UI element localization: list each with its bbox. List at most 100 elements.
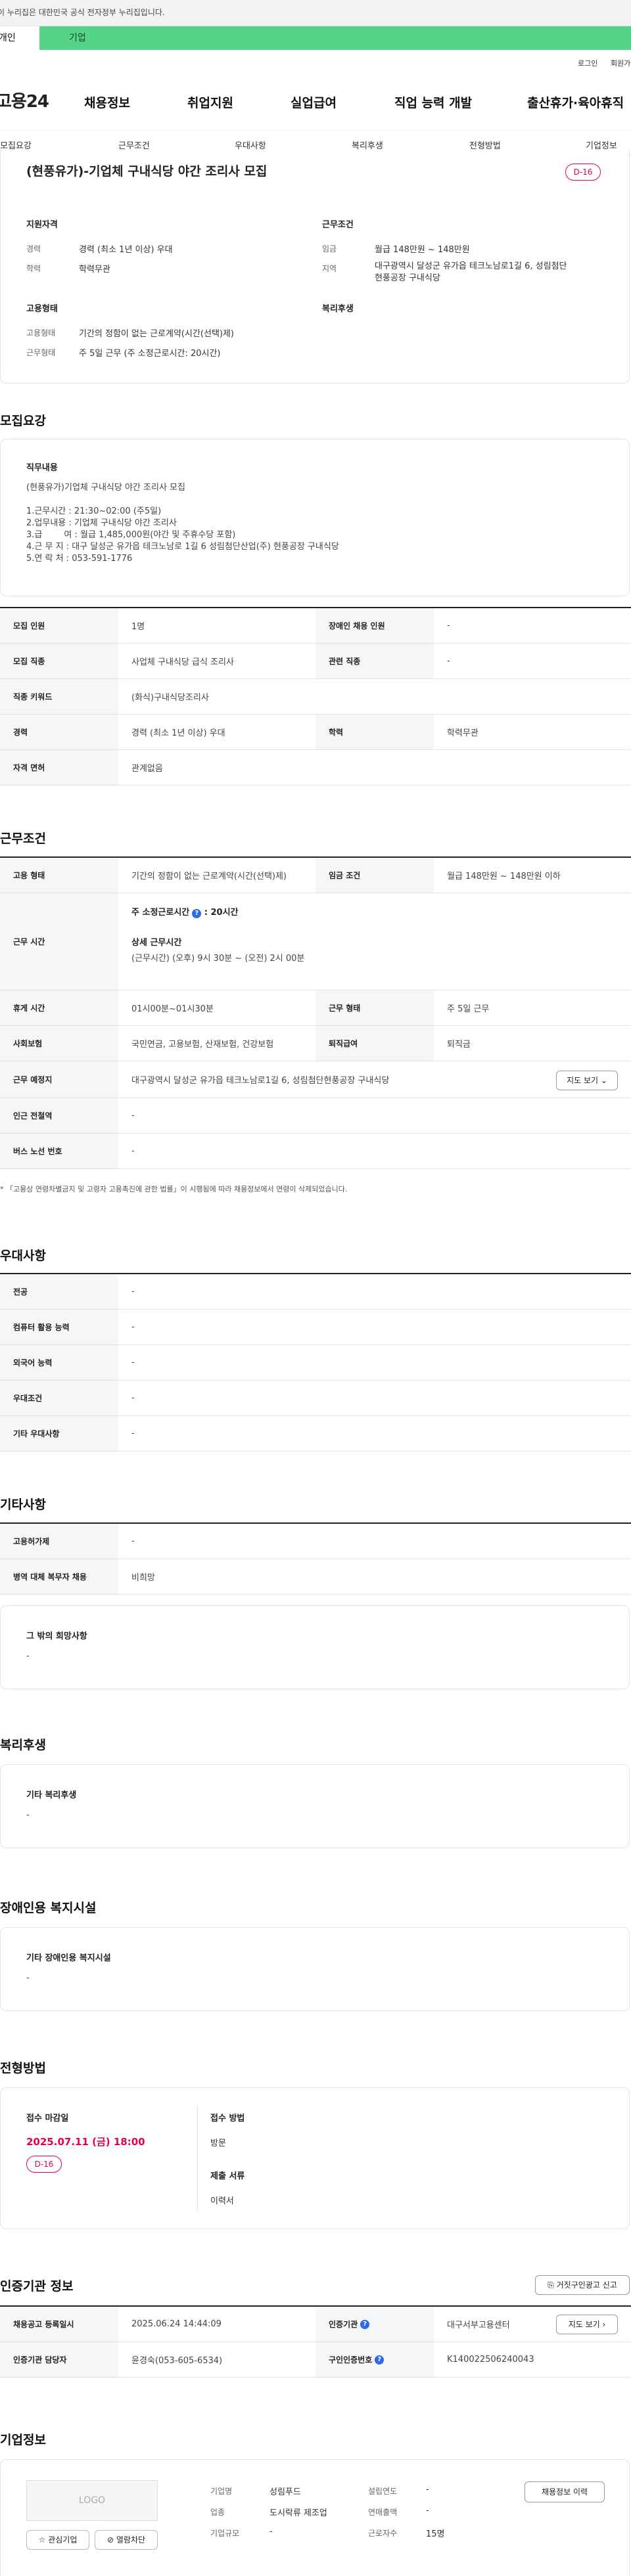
dday-badge: D-16 <box>565 164 601 181</box>
nav-employment-support[interactable]: 취업지원 <box>187 93 233 111</box>
detail-hours-label: 상세 근무시간 <box>131 938 182 948</box>
work-table: 고용 형태 기간의 정함이 없는 근로계약(시간(선택)제) 임금 조건 월급 … <box>0 856 631 1169</box>
method-label: 접수 방법 <box>210 2114 245 2123</box>
qual-edu-label: 학력 <box>26 264 41 273</box>
emp-heading: 고용형태 <box>26 304 58 314</box>
emp-hours: 주 5일 근무 (주 소정근로시간: 20시간) <box>79 349 221 359</box>
job-title: (현풍유가)-기업체 구내식당 야간 조리사 모집 <box>26 164 268 179</box>
emp-type-label: 고용형태 <box>26 328 56 338</box>
company-logo: LOGO <box>26 2480 158 2521</box>
benefit-value: - <box>26 1810 30 1820</box>
report-icon: ⎘ <box>548 2280 554 2290</box>
work-heading: 근무조건 <box>0 832 46 846</box>
process-card <box>0 2087 630 2229</box>
cond-region-label: 지역 <box>322 264 337 273</box>
deadline: 2025.07.11 (금) 18:00 <box>26 2136 145 2148</box>
star-icon: ☆ <box>38 2535 46 2544</box>
help-icon[interactable]: ? <box>360 2319 370 2329</box>
report-button[interactable]: ⎘ 거짓구인광고 신고 <box>535 2275 630 2295</box>
process-dday-badge: D-16 <box>26 2156 62 2173</box>
nav-unemployment[interactable]: 실업급여 <box>291 93 337 111</box>
cond-wage: 월급 148만원 ~ 148만원 <box>375 245 470 255</box>
site-logo[interactable]: 고용24 <box>0 88 49 112</box>
process-heading: 전형방법 <box>0 2061 46 2076</box>
table-row: 근무 시간 주 소정근로시간? : 20시간 상세 근무시간 (근무시간) (오… <box>0 893 631 990</box>
company-name-label: 기업명 <box>210 2487 233 2496</box>
company-size: - <box>269 2527 273 2537</box>
company-heading: 기업정보 <box>0 2433 46 2447</box>
table-row: 직종 키워드 (화식)구내식당조리사 <box>0 679 631 715</box>
nav-training[interactable]: 직업 능력 개발 <box>394 93 472 111</box>
block-company-button[interactable]: ⊘ 열람차단 <box>95 2530 158 2550</box>
help-icon[interactable]: ? <box>375 2355 385 2365</box>
fav-company-button[interactable]: ☆ 관심기업 <box>26 2530 89 2550</box>
company-industry-label: 업종 <box>210 2508 225 2517</box>
table-row: 모집 직종 사업체 구내식당 급식 조리사 관련 직종 - <box>0 644 631 679</box>
etc-table: 고용허가제 - 병역 대체 복무자 채용 비희망 <box>0 1522 631 1595</box>
recruit-table: 모집 인원 1명 장애인 채용 인원 - 모집 직종 사업체 구내식당 급식 조… <box>0 607 631 786</box>
login-link[interactable]: 로그인 <box>578 58 597 68</box>
hope-value: - <box>26 1651 30 1661</box>
cert-table: 채용공고 등록일시 2025.06.24 14:44:09 인증기관? 대구서부… <box>0 2305 631 2378</box>
weekly-hours-label: 주 소정근로시간 <box>131 908 190 918</box>
hope-heading: 그 밖의 희망사항 <box>26 1632 87 1641</box>
table-row: 컴퓨터 활용 능력 - <box>0 1310 631 1345</box>
table-row: 자격 면허 관계없음 <box>0 750 631 786</box>
cond-wage-label: 임금 <box>322 244 337 254</box>
benefit-heading: 복리후생 <box>0 1738 46 1752</box>
tab-personal[interactable]: 개인 <box>0 26 39 50</box>
table-row: 채용공고 등록일시 2025.06.24 14:44:09 인증기관? 대구서부… <box>0 2307 631 2342</box>
map-button[interactable]: 지도 보기 ⌄ <box>556 1071 618 1090</box>
cond-heading: 근무조건 <box>322 220 354 230</box>
emp-hours-label: 근무형태 <box>26 348 56 357</box>
process-divider <box>197 2106 198 2211</box>
company-employees: 15명 <box>426 2529 445 2539</box>
welfare-heading: 복리후생 <box>322 304 354 314</box>
chevron-down-icon: ⌄ <box>600 1076 607 1085</box>
mode-tabs: 개인 기업 <box>0 26 631 50</box>
method: 방문 <box>210 2139 226 2148</box>
hope-card <box>0 1605 630 1689</box>
facility-card <box>0 1927 630 2011</box>
history-button[interactable]: 채용정보 이력 <box>525 2481 605 2502</box>
docs-label: 제출 서류 <box>210 2171 245 2181</box>
table-row: 경력 경력 (최소 1년 이상) 우대 학력 학력무관 <box>0 715 631 750</box>
company-size-label: 기업규모 <box>210 2529 240 2538</box>
table-row: 인증기관 담당자 윤경숙(053-605-6534) 구인인증번호? K1400… <box>0 2342 631 2378</box>
table-row: 병역 대체 복무자 채용 비희망 <box>0 1559 631 1595</box>
signup-link[interactable]: 회원가입 <box>611 58 631 68</box>
chevron-right-icon: › <box>602 2320 606 2329</box>
table-row: 모집 인원 1명 장애인 채용 인원 - <box>0 608 631 644</box>
duty-heading: 직무내용 <box>26 463 58 473</box>
facility-sub: 기타 장애인용 복지시설 <box>26 1953 111 1963</box>
qual-exp-label: 경력 <box>26 244 41 254</box>
duty-text: (현풍유가)기업체 구내식당 야간 조리사 모집 1.근무시간 : 21:30~… <box>26 483 339 564</box>
table-row: 전공 - <box>0 1274 631 1310</box>
qual-heading: 지원자격 <box>26 220 58 230</box>
table-row: 고용 형태 기간의 정함이 없는 근로계약(시간(선택)제) 임금 조건 월급 … <box>0 858 631 893</box>
benefit-card <box>0 1764 630 1848</box>
company-industry: 도시락류 제조업 <box>269 2508 327 2518</box>
help-icon[interactable]: ? <box>192 909 202 918</box>
table-row: 버스 노선 번호 - <box>0 1134 631 1169</box>
nav-leave[interactable]: 출산휴가·육아휴직 <box>527 93 624 111</box>
weekly-hours: : 20시간 <box>204 908 239 918</box>
company-employees-label: 근로자수 <box>368 2529 398 2538</box>
gov-notice: 이 누리집은 대한민국 공식 전자정부 누리집입니다. <box>0 8 165 17</box>
gov-notice-bar: 이 누리집은 대한민국 공식 전자정부 누리집입니다. <box>0 0 631 26</box>
table-row: 고용허가제 - <box>0 1524 631 1559</box>
cert-heading: 인증기관 정보 <box>0 2279 74 2294</box>
company-sales: - <box>426 2506 429 2516</box>
deadline-label: 접수 마감일 <box>26 2114 69 2123</box>
block-icon: ⊘ <box>106 2535 114 2544</box>
facility-heading: 장애인용 복지시설 <box>0 1901 97 1915</box>
facility-value: - <box>26 1973 30 1983</box>
pref-table: 전공 - 컴퓨터 활용 능력 - 외국어 능력 - 우대조건 - 기타 우대사항 - <box>0 1273 631 1452</box>
emp-type: 기간의 정함이 없는 근로계약(시간(선택)제) <box>79 329 235 339</box>
table-row: 기타 우대사항 - <box>0 1416 631 1452</box>
tab-company[interactable]: 기업 <box>69 26 86 50</box>
table-row: 외국어 능력 - <box>0 1345 631 1381</box>
org-map-button[interactable]: 지도 보기 › <box>556 2315 618 2334</box>
nav-jobs[interactable]: 채용정보 <box>84 93 130 111</box>
table-row: 근무 예정지 대구광역시 달성군 유가읍 테크노남로1길 6, 성림첨단현풍공장… <box>0 1061 631 1098</box>
